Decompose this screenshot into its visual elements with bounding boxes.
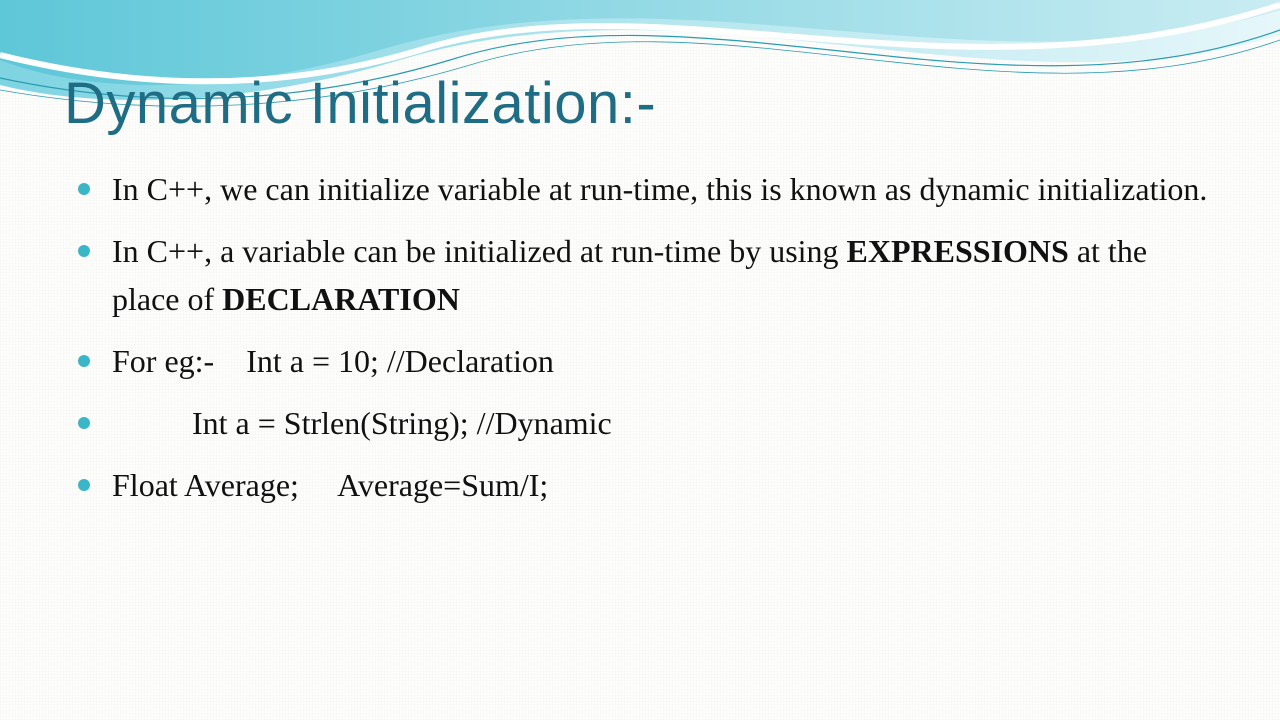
slide-content: Dynamic Initialization:- In C++, we can … xyxy=(64,70,1216,523)
bullet-text: Float Average; Average=Sum/I; xyxy=(112,467,548,503)
bullet-item: In C++, a variable can be initialized at… xyxy=(112,227,1216,323)
bullet-bold: EXPRESSIONS xyxy=(847,233,1069,269)
bullet-item: Int a = Strlen(String); //Dynamic xyxy=(112,399,1216,447)
bullet-text: In C++, a variable can be initialized at… xyxy=(112,233,847,269)
slide-title: Dynamic Initialization:- xyxy=(64,70,1216,137)
bullet-list: In C++, we can initialize variable at ru… xyxy=(64,165,1216,509)
bullet-item: Float Average; Average=Sum/I; xyxy=(112,461,1216,509)
bullet-text: In C++, we can initialize variable at ru… xyxy=(112,171,1207,207)
bullet-text: For eg:- Int a = 10; //Declaration xyxy=(112,343,554,379)
bullet-item: In C++, we can initialize variable at ru… xyxy=(112,165,1216,213)
bullet-item: For eg:- Int a = 10; //Declaration xyxy=(112,337,1216,385)
bullet-text: Int a = Strlen(String); //Dynamic xyxy=(112,405,612,441)
bullet-bold: DECLARATION xyxy=(222,281,460,317)
